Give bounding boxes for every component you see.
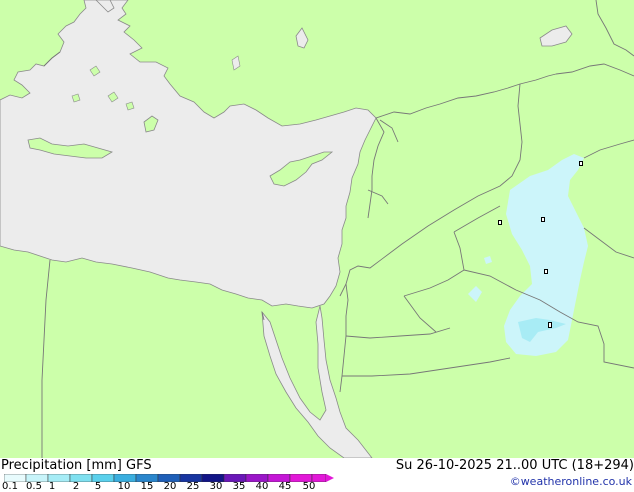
color-scale-tick-label: 25 (186, 481, 200, 492)
weather-map (0, 0, 634, 458)
color-scale-tick-label: 1 (48, 481, 56, 492)
color-scale-tick-label: 50 (302, 481, 316, 492)
color-scale-tick-label: 40 (255, 481, 269, 492)
map-footer: Precipitation [mm] GFS Su 26-10-2025 21.… (0, 458, 634, 492)
color-scale-tick-label: 30 (209, 481, 223, 492)
station-marker (498, 220, 502, 225)
valid-time-label: Su 26-10-2025 21..00 UTC (18+294) (395, 458, 634, 473)
color-scale-tick-label: 10 (117, 481, 131, 492)
color-scale-tick-label: 0.5 (26, 481, 42, 492)
legend-title: Precipitation [mm] GFS (1, 458, 152, 473)
color-scale-tick-label: 2 (72, 481, 80, 492)
station-marker (548, 322, 552, 328)
color-scale-tick-label: 15 (140, 481, 154, 492)
station-marker (544, 269, 548, 274)
color-scale-tick-label: 35 (232, 481, 246, 492)
source-credit: ©weatheronline.co.uk (509, 475, 632, 488)
color-scale-tick-label: 45 (278, 481, 292, 492)
station-marker (541, 217, 545, 222)
color-scale-arrow (326, 474, 334, 482)
color-scale-tick-label: 20 (163, 481, 177, 492)
map-canvas (0, 0, 634, 458)
color-scale-labels: 0.1 0.5 1 2 5 10 15 20 25 30 35 40 45 50 (0, 482, 340, 492)
station-marker (579, 161, 583, 166)
color-scale-tick-label: 5 (94, 481, 102, 492)
color-scale-tick-label: 0.1 (2, 481, 18, 492)
